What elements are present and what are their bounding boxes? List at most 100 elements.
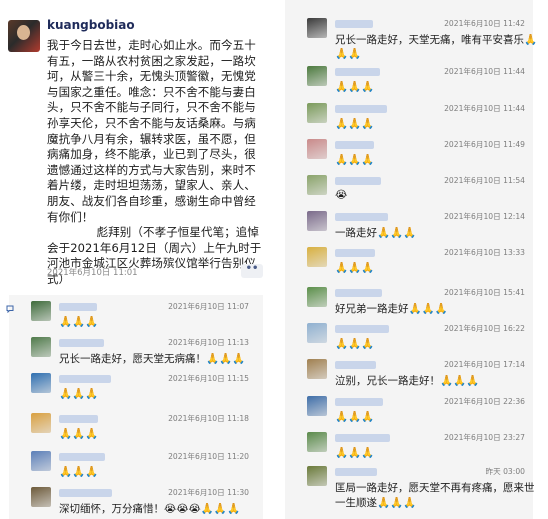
commenter-name[interactable] <box>59 339 104 347</box>
comment-timestamp: 2021年6月10日 22:36 <box>444 397 525 406</box>
post-line: 有五，一路从农村贫困之家发起，一路坎 <box>47 53 256 68</box>
post-line: 与国家之重任。唯念：只不舍不能与妻白 <box>47 84 256 99</box>
comment-row: 2021年6月10日 11:20 🙏🙏🙏 <box>31 451 249 487</box>
comment-timestamp: 昨天 03:00 <box>485 467 526 476</box>
commenter-name[interactable] <box>59 303 97 311</box>
comment-timestamp: 2021年6月10日 11:42 <box>444 19 525 28</box>
comment-row: 2021年6月10日 11:30 深切缅怀，万分痛惜！😭😭😭🙏🙏🙏 <box>31 487 249 519</box>
post-line: 着片缕，走时坦坦荡荡，望家人、亲人、 <box>47 178 256 193</box>
comment-row: 2021年6月10日 12:14 一路走好🙏🙏🙏 <box>307 211 525 247</box>
commenter-name[interactable] <box>335 68 380 76</box>
comment-timestamp: 2021年6月10日 17:14 <box>444 360 525 369</box>
comment-row: 2021年6月10日 22:36 🙏🙏🙏 <box>307 396 525 432</box>
commenter-name[interactable] <box>335 141 374 149</box>
commenter-avatar[interactable] <box>307 287 327 307</box>
commenter-avatar[interactable] <box>307 396 327 416</box>
comment-text: 兄长一路走好，天堂无痛，唯有平安喜乐🙏 <box>335 34 538 46</box>
comment-text: 🙏🙏🙏 <box>59 388 99 400</box>
comment-row: 2021年6月10日 11:13 兄长一路走好，愿天堂无病痛！🙏🙏🙏 <box>31 337 249 373</box>
comment-text: 🙏🙏🙏 <box>59 428 99 440</box>
commenter-avatar[interactable] <box>31 413 51 433</box>
comment-timestamp: 2021年6月10日 11:07 <box>168 302 249 311</box>
commenter-name[interactable] <box>335 20 373 28</box>
comment-timestamp: 2021年6月10日 15:41 <box>444 288 525 297</box>
comment-text: 😭 <box>335 189 348 201</box>
commenter-avatar[interactable] <box>31 337 51 357</box>
commenter-avatar[interactable] <box>307 432 327 452</box>
commenter-avatar[interactable] <box>307 323 327 343</box>
comment-text: 深切缅怀，万分痛惜！😭😭😭🙏🙏🙏 <box>59 503 241 515</box>
comment-row: 2021年6月10日 23:27 🙏🙏🙏 <box>307 432 525 468</box>
comment-timestamp: 2021年6月10日 23:27 <box>444 433 525 442</box>
commenter-avatar[interactable] <box>31 451 51 471</box>
commenter-name[interactable] <box>335 249 375 257</box>
comment-timestamp: 2021年6月10日 11:44 <box>444 67 525 76</box>
post-line: 头，只不舍不能与子同行，只不舍不能与 <box>47 100 256 115</box>
commenter-avatar[interactable] <box>31 487 51 507</box>
comment-bubble-icon <box>6 305 14 316</box>
comment-row: 昨天 03:00 匡局一路走好，愿天堂不再有疼痛，愿来世 一生顺遂🙏🙏🙏 <box>307 466 535 509</box>
commenter-avatar[interactable] <box>31 373 51 393</box>
comment-timestamp: 2021年6月10日 11:20 <box>168 452 249 461</box>
comment-text: 🙏🙏🙏 <box>335 447 375 459</box>
commenter-avatar[interactable] <box>307 66 327 86</box>
commenter-name[interactable] <box>59 375 111 383</box>
post-line: 病痛加身，终不能承，业已到了尽头，很 <box>47 147 256 162</box>
commenter-avatar[interactable] <box>307 139 327 159</box>
comment-text: 泣别，兄长一路走好！🙏🙏🙏 <box>335 375 480 387</box>
commenter-name[interactable] <box>335 289 382 297</box>
comment-row: 2021年6月10日 16:22 🙏🙏🙏 <box>307 323 525 359</box>
comment-text-cont: 一生顺遂🙏🙏🙏 <box>335 497 417 509</box>
commenter-avatar[interactable] <box>307 175 327 195</box>
comment-text: 🙏🙏🙏 <box>335 81 375 93</box>
post-timestamp: 2021年6月10日 11:01 <box>47 268 138 278</box>
comment-text: 兄长一路走好，愿天堂无病痛！🙏🙏🙏 <box>59 353 246 365</box>
commenter-name[interactable] <box>335 325 389 333</box>
commenter-avatar[interactable] <box>307 211 327 231</box>
comment-text: 🙏🙏🙏 <box>335 411 375 423</box>
commenter-avatar[interactable] <box>307 103 327 123</box>
comment-text: 🙏🙏🙏 <box>59 316 99 328</box>
commenter-name[interactable] <box>335 468 377 476</box>
commenter-name[interactable] <box>335 177 381 185</box>
commenter-avatar[interactable] <box>307 18 327 38</box>
comment-row: 2021年6月10日 11:49 🙏🙏🙏 <box>307 139 525 175</box>
comment-text: 🙏🙏🙏 <box>335 262 375 274</box>
moment-post-panel: kuangbobiao 我于今日去世，走时心如止水。而今五十 有五，一路从农村贫… <box>0 0 272 519</box>
commenter-name[interactable] <box>335 213 388 221</box>
commenter-name[interactable] <box>335 361 376 369</box>
commenter-avatar[interactable] <box>307 466 327 486</box>
commenter-name[interactable] <box>335 398 383 406</box>
comment-text: 🙏🙏🙏 <box>335 118 375 130</box>
comment-text-cont: 🙏🙏 <box>335 48 362 60</box>
comment-row: 2021年6月10日 11:15 🙏🙏🙏 <box>31 373 249 409</box>
comment-timestamp: 2021年6月10日 13:33 <box>444 248 525 257</box>
post-line: 我于今日去世，走时心如止水。而今五十 <box>47 38 256 52</box>
comment-timestamp: 2021年6月10日 12:14 <box>444 212 525 221</box>
comment-row: 2021年6月10日 11:18 🙏🙏🙏 <box>31 413 249 449</box>
commenter-name[interactable] <box>335 434 390 442</box>
commenter-avatar[interactable] <box>307 359 327 379</box>
comment-text: 好兄弟一路走好🙏🙏🙏 <box>335 303 448 315</box>
author-name[interactable]: kuangbobiao <box>47 18 135 32</box>
comment-text: 🙏🙏🙏 <box>335 154 375 166</box>
commenter-name[interactable] <box>59 453 105 461</box>
commenter-avatar[interactable] <box>307 247 327 267</box>
comment-row: 2021年6月10日 13:33 🙏🙏🙏 <box>307 247 525 283</box>
comment-text: 🙏🙏🙏 <box>335 338 375 350</box>
more-options-button[interactable]: •• <box>241 264 263 278</box>
commenter-name[interactable] <box>59 489 112 497</box>
comments-continued-panel: 2021年6月10日 11:42 兄长一路走好，天堂无痛，唯有平安喜乐🙏 🙏🙏 202… <box>285 0 537 519</box>
author-avatar[interactable] <box>8 20 40 52</box>
comment-timestamp: 2021年6月10日 11:15 <box>168 374 249 383</box>
commenter-name[interactable] <box>59 415 98 423</box>
commenter-name[interactable] <box>335 105 387 113</box>
post-signature: 彪拜别（不孝子恒星代笔；追悼 <box>96 225 259 240</box>
post-line: 魔抗争八月有余，辗转求医，虽不愿，但 <box>47 131 256 146</box>
comment-timestamp: 2021年6月10日 11:13 <box>168 338 249 347</box>
comment-row: 2021年6月10日 11:44 🙏🙏🙏 <box>307 103 525 139</box>
comment-timestamp: 2021年6月10日 11:54 <box>444 176 525 185</box>
comment-timestamp: 2021年6月10日 11:49 <box>444 140 525 149</box>
commenter-avatar[interactable] <box>31 301 51 321</box>
post-text: 我于今日去世，走时心如止水。而今五十 有五，一路从农村贫困之家发起，一路坎 坷，… <box>47 38 263 288</box>
